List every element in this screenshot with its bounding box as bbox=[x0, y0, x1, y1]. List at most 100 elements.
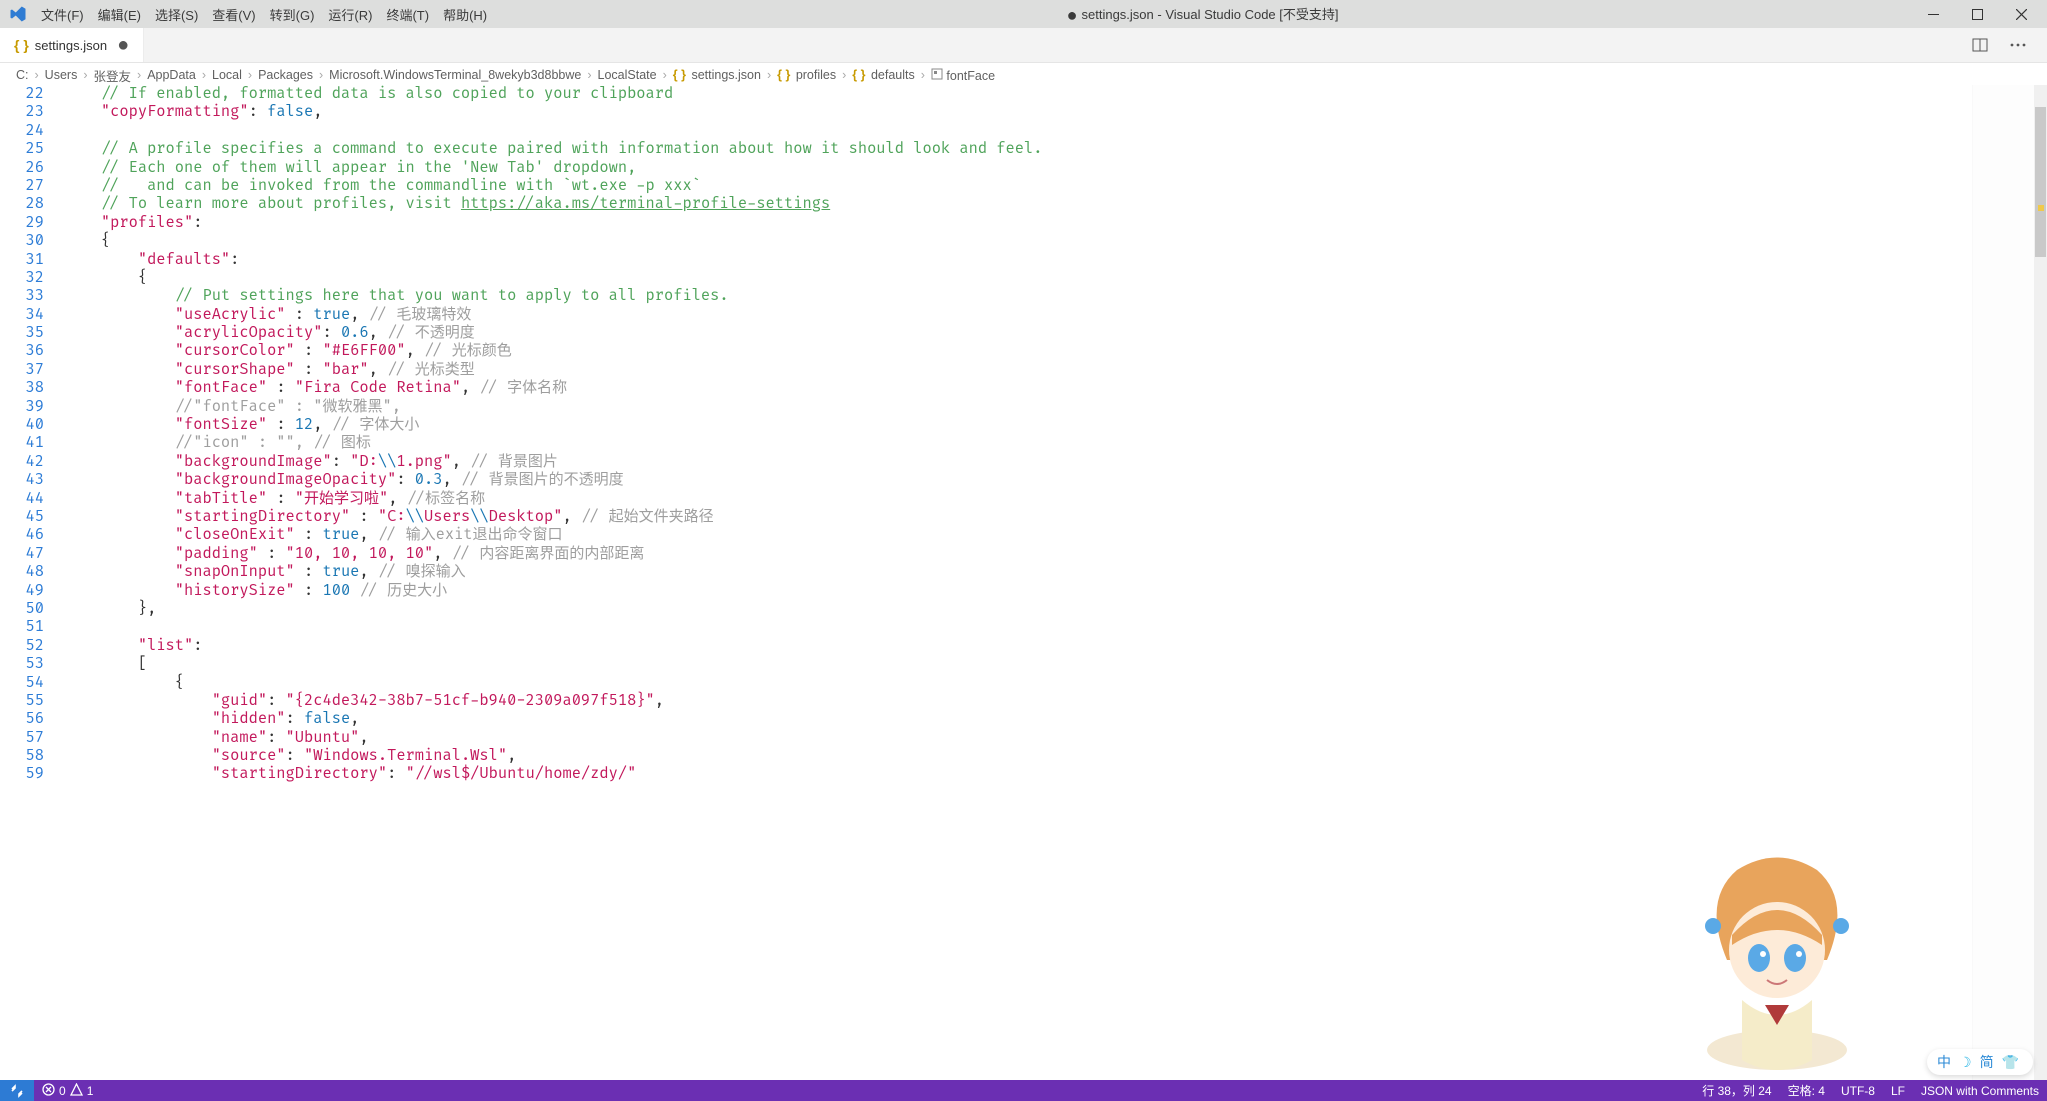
code-line[interactable]: [ bbox=[64, 655, 2047, 673]
breadcrumb-segment[interactable]: { } settings.json bbox=[673, 68, 761, 82]
code-line[interactable]: // To learn more about profiles, visit h… bbox=[64, 195, 2047, 213]
breadcrumb-segment[interactable]: Microsoft.WindowsTerminal_8wekyb3d8bbwe bbox=[329, 68, 581, 82]
breadcrumb-separator-icon: › bbox=[921, 68, 925, 82]
menu-item[interactable]: 帮助(H) bbox=[436, 8, 494, 23]
code-line[interactable]: "cursorShape" : "bar", // 光标类型 bbox=[64, 361, 2047, 379]
maximize-button[interactable] bbox=[1955, 0, 1999, 28]
menu-item[interactable]: 运行(R) bbox=[321, 8, 379, 23]
split-editor-button[interactable] bbox=[1969, 34, 1991, 56]
breadcrumb-segment[interactable]: 张登友 bbox=[94, 66, 132, 85]
cursor-position[interactable]: 行 38，列 24 bbox=[1694, 1082, 1779, 1099]
code-line[interactable] bbox=[64, 618, 2047, 636]
line-number-gutter: 2223242526272829303132333435363738394041… bbox=[0, 85, 64, 1080]
breadcrumbs[interactable]: C: › Users › 张登友 › AppData › Local › Packages › Micr… bbox=[0, 63, 2047, 85]
dirty-indicator-icon: ● bbox=[1067, 5, 1078, 25]
editor[interactable]: 2223242526272829303132333435363738394041… bbox=[0, 85, 2047, 1080]
breadcrumb-separator-icon: › bbox=[767, 68, 771, 82]
code-line[interactable] bbox=[64, 122, 2047, 140]
code-line[interactable]: "profiles": bbox=[64, 214, 2047, 232]
code-line[interactable]: "name": "Ubuntu", bbox=[64, 729, 2047, 747]
code-line[interactable]: }, bbox=[64, 600, 2047, 618]
tabs-bar: { } settings.json ● bbox=[0, 28, 2047, 63]
problems-button[interactable]: 0 1 bbox=[34, 1083, 101, 1099]
more-actions-button[interactable] bbox=[2007, 34, 2029, 56]
code-line[interactable]: "acrylicOpacity": 0.6, // 不透明度 bbox=[64, 324, 2047, 342]
menu-item[interactable]: 终端(T) bbox=[379, 8, 436, 23]
indentation-button[interactable]: 空格: 4 bbox=[1780, 1082, 1833, 1099]
menu-item[interactable]: 文件(F) bbox=[34, 8, 91, 23]
breadcrumb-segment[interactable]: { } profiles bbox=[777, 68, 836, 82]
minimize-button[interactable] bbox=[1911, 0, 1955, 28]
code-line[interactable]: "copyFormatting": false, bbox=[64, 103, 2047, 121]
menu-item[interactable]: 编辑(E) bbox=[91, 8, 148, 23]
eol-button[interactable]: LF bbox=[1883, 1084, 1913, 1098]
code-line[interactable]: "list": bbox=[64, 637, 2047, 655]
code-line[interactable]: "startingDirectory": "//wsl$/Ubuntu/home… bbox=[64, 765, 2047, 783]
code-line[interactable]: { bbox=[64, 269, 2047, 287]
breadcrumb-segment[interactable]: fontFace bbox=[931, 68, 995, 83]
code-line[interactable]: "startingDirectory" : "C:\\Users\\Deskto… bbox=[64, 508, 2047, 526]
breadcrumb-segment[interactable]: C: bbox=[16, 68, 29, 82]
breadcrumb-segment[interactable]: AppData bbox=[147, 68, 196, 82]
code-line[interactable]: "fontFace" : "Fira Code Retina", // 字体名称 bbox=[64, 379, 2047, 397]
window-title: ●settings.json - Visual Studio Code [不受支… bbox=[494, 4, 1911, 25]
encoding-button[interactable]: UTF-8 bbox=[1833, 1084, 1883, 1098]
code-line[interactable]: "historySize" : 100 // 历史大小 bbox=[64, 582, 2047, 600]
code-line[interactable]: "fontSize" : 12, // 字体大小 bbox=[64, 416, 2047, 434]
breadcrumb-separator-icon: › bbox=[319, 68, 323, 82]
vertical-scrollbar[interactable] bbox=[2034, 85, 2047, 1080]
ime-jian: 简 bbox=[1980, 1052, 1994, 1072]
warning-icon bbox=[70, 1083, 83, 1099]
ime-moon-icon: ☽ bbox=[1959, 1054, 1972, 1071]
breadcrumb-separator-icon: › bbox=[137, 68, 141, 82]
ime-indicator[interactable]: 中 ☽ 简 👕 bbox=[1927, 1049, 2033, 1075]
code-line[interactable]: "useAcrylic" : true, // 毛玻璃特效 bbox=[64, 306, 2047, 324]
breadcrumb-segment[interactable]: Local bbox=[212, 68, 242, 82]
language-mode-button[interactable]: JSON with Comments bbox=[1913, 1084, 2047, 1098]
close-button[interactable] bbox=[1999, 0, 2043, 28]
code-line[interactable]: "hidden": false, bbox=[64, 710, 2047, 728]
code-line[interactable]: "cursorColor" : "#E6FF00", // 光标颜色 bbox=[64, 342, 2047, 360]
title-bar: 文件(F)编辑(E)选择(S)查看(V)转到(G)运行(R)终端(T)帮助(H)… bbox=[0, 0, 2047, 28]
code-line[interactable]: //"icon" : "", // 图标 bbox=[64, 434, 2047, 452]
menu-item[interactable]: 转到(G) bbox=[263, 8, 322, 23]
json-file-icon: { } bbox=[14, 37, 29, 53]
warning-count: 1 bbox=[87, 1084, 94, 1098]
code-content[interactable]: // If enabled, formatted data is also co… bbox=[64, 85, 2047, 1080]
minimap[interactable] bbox=[1972, 85, 2034, 1080]
vscode-icon bbox=[8, 4, 28, 24]
tab-label: settings.json bbox=[35, 38, 107, 53]
menu-item[interactable]: 查看(V) bbox=[205, 8, 262, 23]
code-line[interactable]: "backgroundImage": "D:\\1.png", // 背景图片 bbox=[64, 453, 2047, 471]
ime-shirt-icon: 👕 bbox=[2002, 1054, 2019, 1071]
breadcrumb-separator-icon: › bbox=[202, 68, 206, 82]
code-line[interactable]: "defaults": bbox=[64, 251, 2047, 269]
code-line[interactable]: // If enabled, formatted data is also co… bbox=[64, 85, 2047, 103]
error-count: 0 bbox=[59, 1084, 66, 1098]
breadcrumb-segment[interactable]: { } defaults bbox=[852, 68, 914, 82]
code-line[interactable]: // Each one of them will appear in the '… bbox=[64, 159, 2047, 177]
scrollbar-thumb[interactable] bbox=[2035, 107, 2046, 257]
breadcrumb-separator-icon: › bbox=[587, 68, 591, 82]
code-line[interactable]: // Put settings here that you want to ap… bbox=[64, 287, 2047, 305]
tab-dirty-icon: ● bbox=[117, 35, 129, 55]
code-line[interactable]: "backgroundImageOpacity": 0.3, // 背景图片的不… bbox=[64, 471, 2047, 489]
code-line[interactable]: //"fontFace" : "微软雅黑", bbox=[64, 398, 2047, 416]
code-line[interactable]: // and can be invoked from the commandli… bbox=[64, 177, 2047, 195]
code-line[interactable]: { bbox=[64, 674, 2047, 692]
code-line[interactable]: "padding" : "10, 10, 10, 10", // 内容距离界面的… bbox=[64, 545, 2047, 563]
code-line[interactable]: "closeOnExit" : true, // 输入exit退出命令窗口 bbox=[64, 526, 2047, 544]
code-line[interactable]: // A profile specifies a command to exec… bbox=[64, 140, 2047, 158]
code-line[interactable]: "source": "Windows.Terminal.Wsl", bbox=[64, 747, 2047, 765]
breadcrumb-segment[interactable]: Users bbox=[45, 68, 78, 82]
menu-item[interactable]: 选择(S) bbox=[148, 8, 205, 23]
code-line[interactable]: { bbox=[64, 232, 2047, 250]
breadcrumb-segment[interactable]: Packages bbox=[258, 68, 313, 82]
code-line[interactable]: "snapOnInput" : true, // 嗅探输入 bbox=[64, 563, 2047, 581]
remote-button[interactable] bbox=[0, 1080, 34, 1101]
code-line[interactable]: "tabTitle" : "开始学习啦", //标签名称 bbox=[64, 490, 2047, 508]
tab-settings-json[interactable]: { } settings.json ● bbox=[0, 28, 144, 62]
breadcrumb-segment[interactable]: LocalState bbox=[598, 68, 657, 82]
status-bar: 0 1 行 38，列 24 空格: 4 UTF-8 LF JSON with C… bbox=[0, 1080, 2047, 1101]
code-line[interactable]: "guid": "{2c4de342-38b7-51cf-b940-2309a0… bbox=[64, 692, 2047, 710]
